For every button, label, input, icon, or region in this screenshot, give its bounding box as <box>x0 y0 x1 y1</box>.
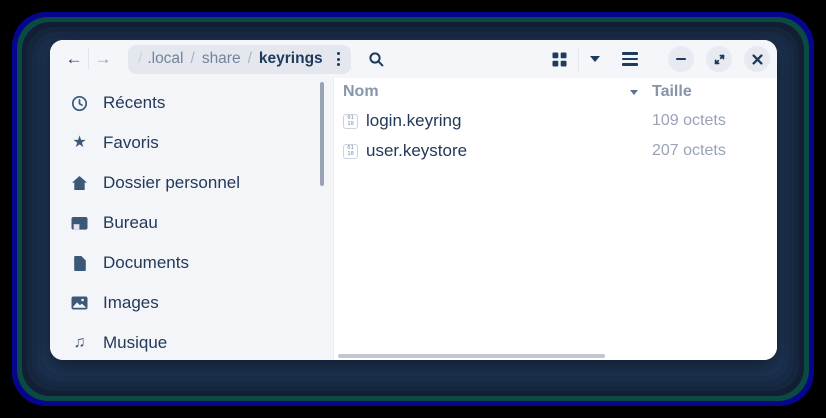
header-bar: ← → / .local / share / keyrings <box>50 40 777 78</box>
sidebar-item-favoris[interactable]: ★ Favoris <box>50 123 333 163</box>
sidebar-item-label: Bureau <box>103 213 158 233</box>
file-name-cell: 01 10 login.keyring <box>343 111 652 131</box>
minimize-icon <box>676 58 686 61</box>
sidebar-item-label: Documents <box>103 253 189 273</box>
maximize-icon <box>713 53 726 66</box>
search-icon <box>368 51 385 68</box>
file-manager-window: ← → / .local / share / keyrings <box>50 40 777 360</box>
file-size: 109 octets <box>652 112 777 130</box>
column-header-name-label: Nom <box>343 83 379 101</box>
kebab-menu-icon[interactable] <box>335 50 342 68</box>
forward-button[interactable]: → <box>91 49 115 69</box>
binary-file-icon: 01 10 <box>343 144 358 159</box>
file-name: login.keyring <box>366 111 461 131</box>
minimize-button[interactable] <box>668 46 694 72</box>
sidebar-item-dossier-personnel[interactable]: Dossier personnel <box>50 163 333 203</box>
file-size: 207 octets <box>652 142 777 160</box>
binary-file-icon: 01 10 <box>343 114 358 129</box>
sidebar-scrollbar[interactable] <box>320 82 324 186</box>
binary-icon-bottom: 10 <box>347 121 354 127</box>
sort-descending-icon[interactable] <box>630 90 638 95</box>
places-sidebar: Récents ★ Favoris Dossier personnel <box>50 78 334 360</box>
column-header-size-label: Taille <box>652 83 692 100</box>
breadcrumb-separator: / <box>191 50 195 68</box>
column-header-size[interactable]: Taille <box>652 83 777 101</box>
breadcrumb-separator: / <box>248 50 252 68</box>
file-row-login-keyring[interactable]: 01 10 login.keyring 109 octets <box>334 106 777 136</box>
sidebar-item-images[interactable]: Images <box>50 283 333 323</box>
document-icon <box>70 254 89 273</box>
window-body: Récents ★ Favoris Dossier personnel <box>50 78 777 360</box>
list-column-headers: Nom Taille <box>334 78 777 106</box>
horizontal-scrollbar[interactable] <box>338 354 605 358</box>
nav-separator <box>88 48 89 70</box>
sidebar-item-musique[interactable]: ♫ Musique <box>50 323 333 360</box>
view-separator <box>578 47 579 71</box>
breadcrumb-segment-local[interactable]: .local <box>147 50 183 68</box>
sidebar-item-label: Musique <box>103 333 167 353</box>
star-icon: ★ <box>70 134 89 153</box>
grid-view-icon[interactable] <box>552 52 567 67</box>
file-row-user-keystore[interactable]: 01 10 user.keystore 207 octets <box>334 136 777 166</box>
chevron-down-icon[interactable] <box>590 56 600 62</box>
sidebar-item-bureau[interactable]: Bureau <box>50 203 333 243</box>
file-name: user.keystore <box>366 141 467 161</box>
breadcrumb-segment-share[interactable]: share <box>202 50 241 68</box>
image-icon <box>70 294 89 313</box>
sidebar-item-label: Favoris <box>103 133 159 153</box>
file-list-pane: Nom Taille 01 10 login.keyring 109 octet… <box>334 78 777 360</box>
column-header-name[interactable]: Nom <box>343 83 652 101</box>
sidebar-item-label: Récents <box>103 93 165 113</box>
home-icon <box>70 174 89 193</box>
search-button[interactable] <box>368 51 385 68</box>
music-icon: ♫ <box>70 334 89 353</box>
sidebar-item-documents[interactable]: Documents <box>50 243 333 283</box>
binary-icon-bottom: 10 <box>347 151 354 157</box>
desktop-icon <box>70 214 89 233</box>
back-button[interactable]: ← <box>62 49 86 69</box>
desktop-background: { "colors": { "frame_black": "#000000", … <box>0 0 826 418</box>
breadcrumb-root-slash: / <box>138 50 142 68</box>
view-switcher <box>552 47 600 71</box>
sidebar-item-recents[interactable]: Récents <box>50 83 333 123</box>
maximize-button[interactable] <box>706 46 732 72</box>
sidebar-item-label: Dossier personnel <box>103 173 240 193</box>
clock-icon <box>70 94 89 113</box>
close-icon <box>752 54 763 65</box>
hamburger-menu-icon[interactable] <box>620 50 640 68</box>
file-name-cell: 01 10 user.keystore <box>343 141 652 161</box>
sidebar-item-label: Images <box>103 293 159 313</box>
close-button[interactable] <box>744 46 770 72</box>
breadcrumb[interactable]: / .local / share / keyrings <box>128 45 351 74</box>
breadcrumb-segment-current[interactable]: keyrings <box>259 50 323 68</box>
